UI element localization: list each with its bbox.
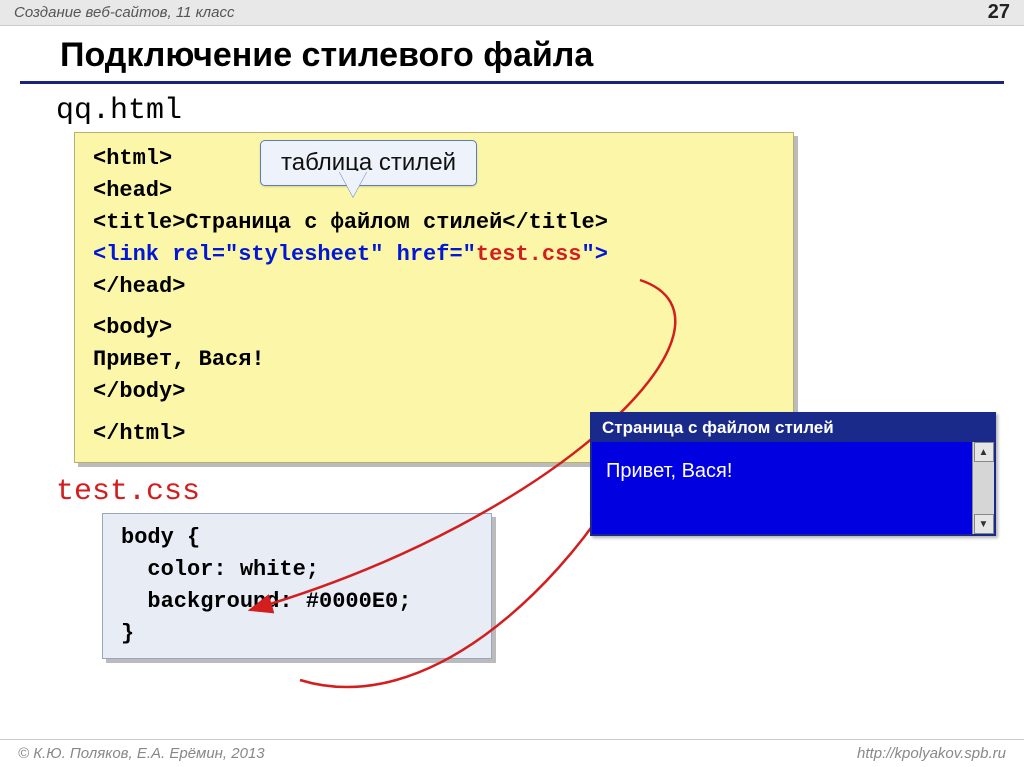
browser-preview: Страница с файлом стилей Привет, Вася! ▲…	[590, 412, 996, 536]
scroll-down-icon[interactable]: ▼	[974, 514, 994, 534]
callout-styletable: таблица стилей	[260, 140, 477, 186]
browser-titlebar: Страница с файлом стилей	[592, 414, 994, 442]
code-line-link: <link rel="stylesheet" href="test.css">	[93, 239, 775, 271]
code-line: body {	[121, 522, 473, 554]
page-number: 27	[988, 1, 1010, 24]
code-line: <title>Страница с файлом стилей</title>	[93, 207, 775, 239]
code-line: </body>	[93, 376, 775, 408]
course-label: Создание веб-сайтов, 11 класс	[14, 4, 234, 21]
code-line: </head>	[93, 271, 775, 303]
header-bar: Создание веб-сайтов, 11 класс 27	[0, 0, 1024, 26]
page-title: Подключение стилевого файла	[20, 26, 1004, 84]
code-line: <body>	[93, 312, 775, 344]
html-filename: qq.html	[56, 94, 984, 128]
browser-scrollbar[interactable]: ▲ ▼	[972, 442, 994, 534]
code-line: color: white;	[121, 554, 473, 586]
code-line: Привет, Вася!	[93, 344, 775, 376]
content-area: qq.html <html> <head> <title>Страница с …	[0, 94, 1024, 659]
footer-copyright: © К.Ю. Поляков, Е.А. Ерёмин, 2013	[18, 745, 265, 762]
footer-bar: © К.Ю. Поляков, Е.А. Ерёмин, 2013 http:/…	[0, 739, 1024, 767]
browser-body: Привет, Вася! ▲ ▼	[592, 442, 994, 534]
footer-url: http://kpolyakov.spb.ru	[857, 745, 1006, 762]
code-line: background: #0000E0;	[121, 586, 473, 618]
code-line: }	[121, 618, 473, 650]
css-code-box: body { color: white; background: #0000E0…	[102, 513, 492, 659]
scroll-up-icon[interactable]: ▲	[974, 442, 994, 462]
browser-content: Привет, Вася!	[592, 442, 972, 534]
